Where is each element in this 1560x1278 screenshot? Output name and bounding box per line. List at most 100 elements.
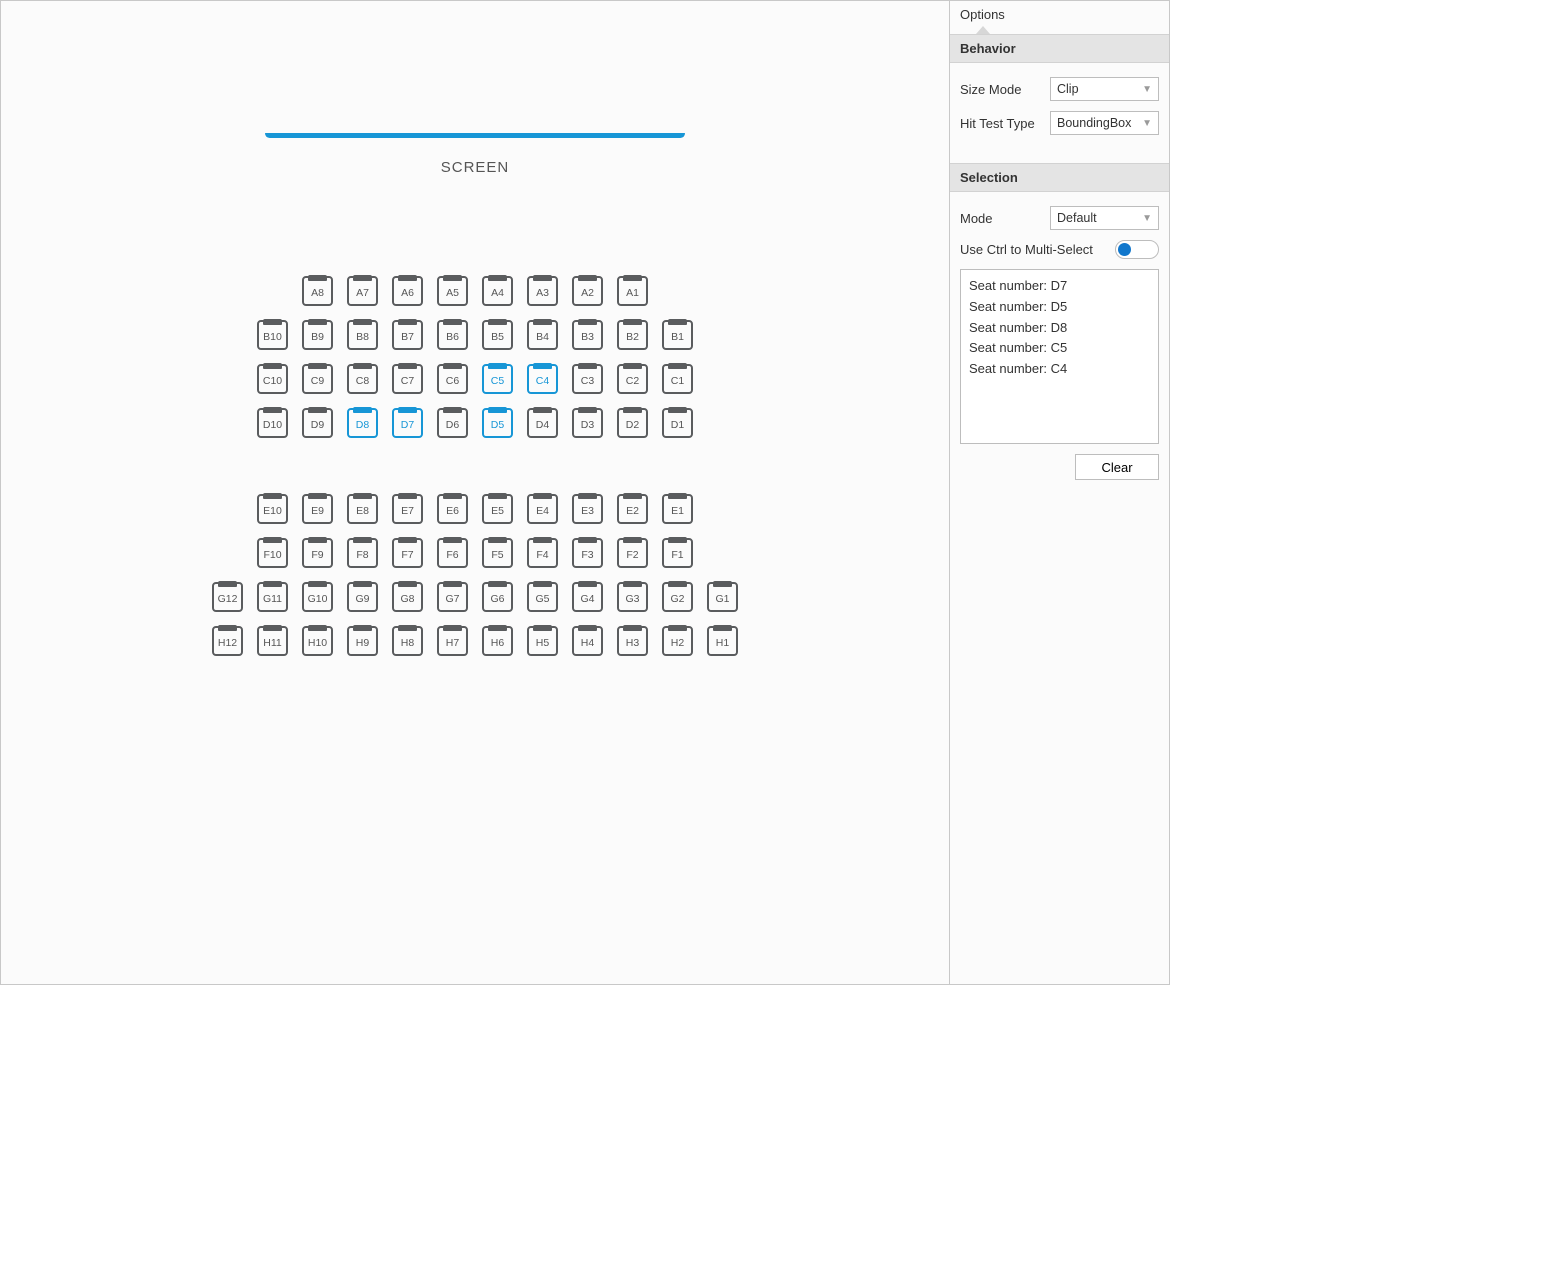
seat-c2[interactable]: C2 [617,364,648,394]
seat-label: C6 [446,375,459,387]
seat-g7[interactable]: G7 [437,582,468,612]
seat-e7[interactable]: E7 [392,494,423,524]
seat-h7[interactable]: H7 [437,626,468,656]
seat-a2[interactable]: A2 [572,276,603,306]
seat-g4[interactable]: G4 [572,582,603,612]
seat-f4[interactable]: F4 [527,538,558,568]
seat-label: H7 [446,637,459,649]
seat-f9[interactable]: F9 [302,538,333,568]
seat-a5[interactable]: A5 [437,276,468,306]
seat-g8[interactable]: G8 [392,582,423,612]
seat-e3[interactable]: E3 [572,494,603,524]
options-tab[interactable]: Options [950,1,1169,34]
seat-g5[interactable]: G5 [527,582,558,612]
seat-e4[interactable]: E4 [527,494,558,524]
seat-label: B3 [581,331,594,343]
seat-g6[interactable]: G6 [482,582,513,612]
seat-f8[interactable]: F8 [347,538,378,568]
seat-label: A8 [311,287,324,299]
seat-c7[interactable]: C7 [392,364,423,394]
seat-d2[interactable]: D2 [617,408,648,438]
seat-a8[interactable]: A8 [302,276,333,306]
clear-button[interactable]: Clear [1075,454,1159,480]
seat-b5[interactable]: B5 [482,320,513,350]
seat-h1[interactable]: H1 [707,626,738,656]
seat-label: G6 [490,593,504,605]
seat-b1[interactable]: B1 [662,320,693,350]
seat-b7[interactable]: B7 [392,320,423,350]
seat-d7[interactable]: D7 [392,408,423,438]
seat-d8[interactable]: D8 [347,408,378,438]
seat-b6[interactable]: B6 [437,320,468,350]
seat-b2[interactable]: B2 [617,320,648,350]
seat-a4[interactable]: A4 [482,276,513,306]
seat-g11[interactable]: G11 [257,582,288,612]
seat-g1[interactable]: G1 [707,582,738,612]
seat-f7[interactable]: F7 [392,538,423,568]
size-mode-select[interactable]: Clip ▼ [1050,77,1159,101]
seat-c10[interactable]: C10 [257,364,288,394]
seat-d3[interactable]: D3 [572,408,603,438]
seat-h8[interactable]: H8 [392,626,423,656]
seat-h11[interactable]: H11 [257,626,288,656]
seat-c4[interactable]: C4 [527,364,558,394]
seat-b9[interactable]: B9 [302,320,333,350]
seat-b8[interactable]: B8 [347,320,378,350]
seat-f10[interactable]: F10 [257,538,288,568]
seat-g10[interactable]: G10 [302,582,333,612]
seat-h6[interactable]: H6 [482,626,513,656]
seat-d6[interactable]: D6 [437,408,468,438]
seat-h3[interactable]: H3 [617,626,648,656]
seat-a3[interactable]: A3 [527,276,558,306]
hit-test-value: BoundingBox [1057,116,1131,130]
seat-c1[interactable]: C1 [662,364,693,394]
seat-a7[interactable]: A7 [347,276,378,306]
seat-h4[interactable]: H4 [572,626,603,656]
seat-label: F4 [536,549,548,561]
seat-c6[interactable]: C6 [437,364,468,394]
seat-d10[interactable]: D10 [257,408,288,438]
seat-h2[interactable]: H2 [662,626,693,656]
seat-f6[interactable]: F6 [437,538,468,568]
hit-test-select[interactable]: BoundingBox ▼ [1050,111,1159,135]
seat-h5[interactable]: H5 [527,626,558,656]
seat-h12[interactable]: H12 [212,626,243,656]
seat-e9[interactable]: E9 [302,494,333,524]
seat-e1[interactable]: E1 [662,494,693,524]
seat-e2[interactable]: E2 [617,494,648,524]
seat-label: H4 [581,637,594,649]
seat-h9[interactable]: H9 [347,626,378,656]
seat-label: G2 [670,593,684,605]
seat-label: B1 [671,331,684,343]
seat-f3[interactable]: F3 [572,538,603,568]
seat-a6[interactable]: A6 [392,276,423,306]
seat-e6[interactable]: E6 [437,494,468,524]
seat-c8[interactable]: C8 [347,364,378,394]
seat-g2[interactable]: G2 [662,582,693,612]
seat-e8[interactable]: E8 [347,494,378,524]
seat-c9[interactable]: C9 [302,364,333,394]
seat-f2[interactable]: F2 [617,538,648,568]
seat-b3[interactable]: B3 [572,320,603,350]
seat-d9[interactable]: D9 [302,408,333,438]
seat-d1[interactable]: D1 [662,408,693,438]
seat-c5[interactable]: C5 [482,364,513,394]
seat-d5[interactable]: D5 [482,408,513,438]
seat-g3[interactable]: G3 [617,582,648,612]
seat-f5[interactable]: F5 [482,538,513,568]
seat-c3[interactable]: C3 [572,364,603,394]
seat-b10[interactable]: B10 [257,320,288,350]
seat-g12[interactable]: G12 [212,582,243,612]
seat-label: B7 [401,331,414,343]
seat-f1[interactable]: F1 [662,538,693,568]
seat-h10[interactable]: H10 [302,626,333,656]
behavior-section-header: Behavior [950,34,1169,63]
multiselect-toggle[interactable] [1115,240,1159,259]
seat-e5[interactable]: E5 [482,494,513,524]
seat-b4[interactable]: B4 [527,320,558,350]
seat-a1[interactable]: A1 [617,276,648,306]
selection-mode-select[interactable]: Default ▼ [1050,206,1159,230]
seat-g9[interactable]: G9 [347,582,378,612]
seat-d4[interactable]: D4 [527,408,558,438]
seat-e10[interactable]: E10 [257,494,288,524]
